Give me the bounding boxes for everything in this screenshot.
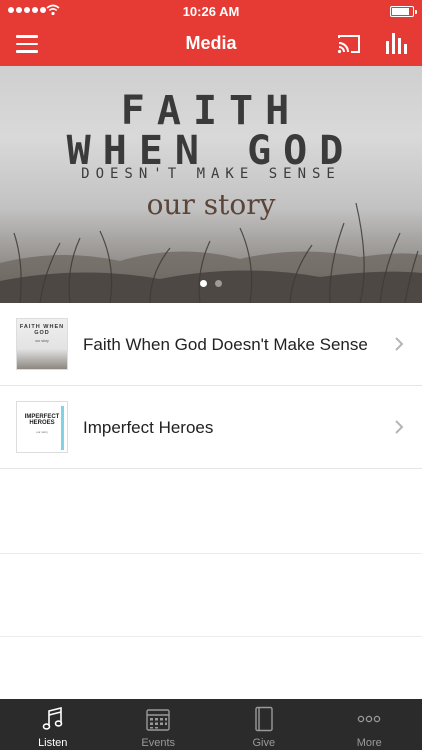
calendar-icon [146, 709, 170, 731]
series-thumbnail: FAITH WHEN GOD our story [16, 318, 68, 370]
thumbnail-title: FAITH WHEN GOD [19, 324, 65, 336]
bar-chart-icon[interactable] [385, 31, 407, 55]
thumbnail-title: IMPERFECT HEROES [24, 414, 60, 426]
music-note-icon [42, 706, 63, 730]
tab-label: Listen [38, 737, 68, 749]
cast-icon[interactable] [337, 33, 361, 55]
top-bar: 10:26 AM Media [0, 0, 422, 66]
thumbnail-subtitle: our story [35, 339, 49, 343]
hero-subtitle: DOESN'T MAKE SENSE [81, 166, 341, 182]
nav-bar: Media [0, 22, 422, 66]
tab-give[interactable]: Give [211, 699, 317, 750]
page-dot-2[interactable] [215, 280, 222, 287]
tab-label: More [356, 737, 382, 749]
more-dots-icon [358, 715, 381, 723]
series-thumbnail: IMPERFECT HEROES our story [16, 401, 68, 453]
book-icon [255, 706, 273, 732]
tab-label: Events [141, 737, 176, 749]
divider [0, 553, 422, 554]
thumbnail-accent [61, 406, 64, 450]
media-list: FAITH WHEN GOD our story Faith When God … [0, 303, 422, 469]
page-indicator[interactable] [0, 280, 422, 287]
hero-tagline: our story [146, 188, 276, 221]
divider [0, 636, 422, 637]
status-bar: 10:26 AM [0, 0, 422, 22]
tab-more[interactable]: More [317, 699, 422, 750]
list-item-label: Imperfect Heroes [83, 418, 214, 437]
list-item[interactable]: IMPERFECT HEROES our story Imperfect Her… [0, 386, 422, 469]
battery-icon [390, 6, 417, 17]
status-time: 10:26 AM [182, 4, 240, 19]
tab-listen[interactable]: Listen [0, 699, 106, 750]
tab-events[interactable]: Events [106, 699, 212, 750]
chevron-right-icon [395, 420, 404, 434]
chevron-right-icon [395, 337, 404, 351]
hero-banner[interactable]: FAITH WHEN GOD DOESN'T MAKE SENSE our st… [0, 66, 422, 303]
list-item[interactable]: FAITH WHEN GOD our story Faith When God … [0, 303, 422, 386]
thumbnail-subtitle: our story [36, 430, 48, 434]
page-dot-1[interactable] [200, 280, 207, 287]
tab-bar: Listen Events Give More [0, 699, 422, 750]
tab-label: Give [252, 737, 276, 749]
list-item-label: Faith When God Doesn't Make Sense [83, 335, 368, 354]
